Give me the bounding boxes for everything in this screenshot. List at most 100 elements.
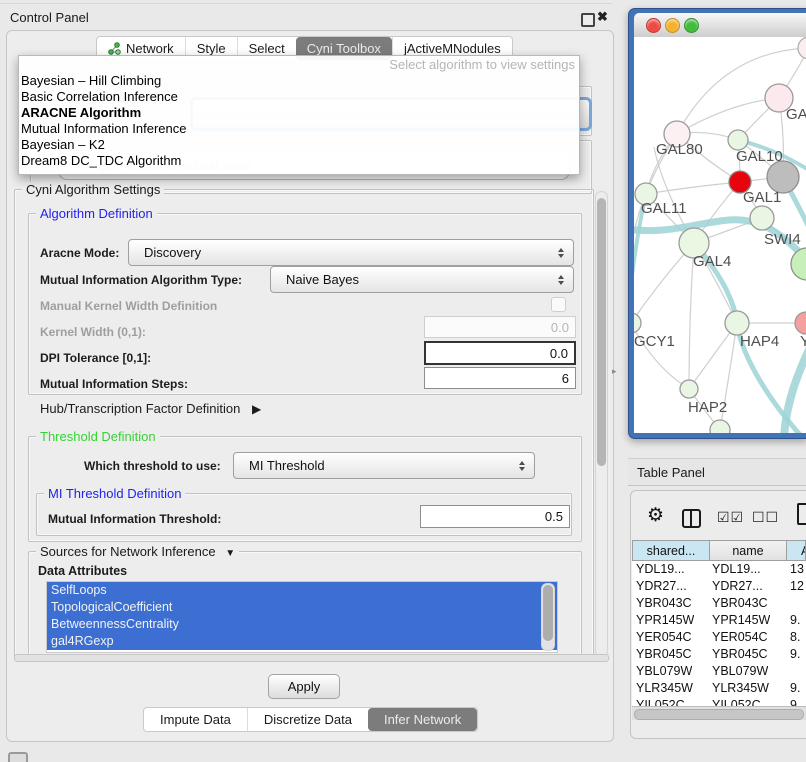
settings-scrollbar-thumb[interactable] xyxy=(597,198,606,466)
minimized-panel-icon[interactable] xyxy=(8,752,28,762)
network-window-titlebar[interactable] xyxy=(634,13,806,38)
attribute-item[interactable]: TopologicalCoefficient xyxy=(47,599,557,616)
attributes-scrollbar[interactable] xyxy=(541,583,555,651)
cell[interactable]: YPR145W xyxy=(636,612,694,629)
apply-button[interactable]: Apply xyxy=(268,674,340,699)
cell[interactable]: YDR27... xyxy=(712,578,763,595)
node-hap2[interactable] xyxy=(680,380,698,398)
threshold-definition-title: Threshold Definition xyxy=(36,429,160,444)
top-divider xyxy=(0,3,612,4)
table-scrollbar-thumb[interactable] xyxy=(634,709,804,720)
zoom-window-icon[interactable] xyxy=(684,18,699,33)
dpi-tolerance-field[interactable]: 0.0 xyxy=(424,341,576,365)
table-body: YDL19... YDL19... 13 YDR27... YDR27... 1… xyxy=(632,561,806,706)
close-window-icon[interactable] xyxy=(646,18,661,33)
select-all-checks-icon[interactable]: ☑☑ xyxy=(717,509,744,526)
table-panel-titlebar: Table Panel xyxy=(628,458,806,486)
cell[interactable]: 9. xyxy=(790,680,800,697)
cell[interactable]: YBR043C xyxy=(636,595,692,612)
node-label: SWI4 xyxy=(764,231,801,248)
settings-vertical-scrollbar[interactable] xyxy=(595,191,608,657)
column-header-name[interactable]: name xyxy=(709,540,787,561)
node-swi4[interactable] xyxy=(750,206,774,230)
aracne-mode-combobox[interactable]: Discovery xyxy=(128,239,574,266)
minimize-window-icon[interactable] xyxy=(665,18,680,33)
attributes-scrollbar-thumb[interactable] xyxy=(543,585,553,641)
mi-type-value: Naive Bayes xyxy=(271,272,359,287)
network-canvas[interactable]: GAL7 GAL80 GAL10 GAL1 GAL11 SWI4 GAL4 GC… xyxy=(634,37,806,433)
node-label: Y xyxy=(800,333,806,350)
popup-item[interactable]: Mutual Information Inference xyxy=(19,121,579,137)
network-tab-icon xyxy=(108,42,121,55)
cell[interactable]: YIL052C xyxy=(712,697,761,706)
float-panel-icon[interactable] xyxy=(581,13,595,27)
cell[interactable]: YPR145W xyxy=(712,612,770,629)
mi-steps-label: Mutual Information Steps: xyxy=(40,377,188,391)
node-label: GAL80 xyxy=(656,141,703,158)
which-threshold-combobox[interactable]: MI Threshold xyxy=(233,452,535,479)
table-horizontal-scrollbar[interactable] xyxy=(632,706,806,720)
cell[interactable]: 12 xyxy=(790,578,804,595)
aracne-mode-value: Discovery xyxy=(129,245,201,260)
network-window[interactable]: GAL7 GAL80 GAL10 GAL1 GAL11 SWI4 GAL4 GC… xyxy=(628,8,806,439)
cell[interactable]: YDL19... xyxy=(712,561,761,578)
algorithm-select-placeholder: Select algorithm to view settings xyxy=(19,56,579,73)
popup-item[interactable]: Bayesian – K2 xyxy=(19,137,579,153)
node-salmon[interactable] xyxy=(795,312,806,334)
cell[interactable]: YER054C xyxy=(636,629,692,646)
node-hap4[interactable] xyxy=(725,311,749,335)
splitter-arrow-icon[interactable]: ▸ xyxy=(612,366,617,377)
cell[interactable]: YBR045C xyxy=(636,646,692,663)
tab-infer-network[interactable]: Infer Network xyxy=(368,708,477,731)
close-panel-icon[interactable]: ✖ xyxy=(597,9,608,25)
hub-definition-expander[interactable]: Hub/Transcription Factor Definition ▶ xyxy=(40,401,261,416)
sources-group-title[interactable]: Sources for Network Inference ▼ xyxy=(36,544,239,559)
attribute-item[interactable]: BetweennessCentrality xyxy=(47,616,557,633)
cell[interactable]: 13 xyxy=(790,561,804,578)
mi-steps-field[interactable]: 6 xyxy=(424,367,576,389)
split-columns-icon[interactable] xyxy=(682,509,701,528)
cell[interactable]: YBR045C xyxy=(712,646,768,663)
gear-icon[interactable]: ⚙ xyxy=(647,504,664,527)
node-green-right[interactable] xyxy=(791,248,806,280)
document-icon[interactable] xyxy=(797,503,806,525)
column-header-partial[interactable]: A xyxy=(786,540,806,561)
cell[interactable]: YER054C xyxy=(712,629,768,646)
attribute-item[interactable]: gal4RGexp xyxy=(47,633,557,650)
tab-impute-data[interactable]: Impute Data xyxy=(144,708,247,731)
cell[interactable]: 9. xyxy=(790,646,800,663)
mi-threshold-field[interactable]: 0.5 xyxy=(420,505,570,528)
cyni-settings-group-title: Cyni Algorithm Settings xyxy=(22,182,164,197)
popup-item[interactable]: Bayesian – Hill Climbing xyxy=(19,73,579,89)
popup-item[interactable]: Basic Correlation Inference xyxy=(19,89,579,105)
which-threshold-label: Which threshold to use: xyxy=(84,459,221,473)
mi-type-combobox[interactable]: Naive Bayes xyxy=(270,266,574,293)
cell[interactable]: YIL052C xyxy=(636,697,685,706)
cell[interactable]: YDR27... xyxy=(636,578,687,595)
node-gcy1[interactable] xyxy=(634,313,641,333)
cell[interactable]: YDL19... xyxy=(636,561,685,578)
attribute-item[interactable]: SelfLoops xyxy=(47,582,557,599)
expander-arrow-icon: ▶ xyxy=(252,402,261,416)
cell[interactable]: YBL079W xyxy=(712,663,768,680)
node-label: GCY1 xyxy=(634,333,675,350)
cell[interactable]: 9. xyxy=(790,612,800,629)
sources-title-text: Sources for Network Inference xyxy=(40,544,216,559)
cell[interactable]: 8. xyxy=(790,629,800,646)
node[interactable] xyxy=(798,37,806,59)
node-gal10[interactable] xyxy=(728,130,748,150)
tab-discretize-data[interactable]: Discretize Data xyxy=(247,708,368,731)
cell[interactable]: YBR043C xyxy=(712,595,768,612)
cell[interactable]: 9 xyxy=(790,697,797,706)
collapse-arrow-icon: ▼ xyxy=(225,548,235,559)
kernel-width-field[interactable]: 0.0 xyxy=(424,316,576,338)
cell[interactable]: YLR345W xyxy=(712,680,769,697)
node-label: HAP4 xyxy=(740,333,779,350)
manual-kernel-checkbox[interactable] xyxy=(551,297,566,312)
cell[interactable]: YLR345W xyxy=(636,680,693,697)
popup-item-selected[interactable]: ARACNE Algorithm xyxy=(19,105,579,121)
popup-item[interactable]: Dream8 DC_TDC Algorithm xyxy=(19,153,579,169)
clear-all-checks-icon[interactable]: ☐☐ xyxy=(752,509,779,526)
column-header-shared-name[interactable]: shared... xyxy=(632,540,710,561)
cell[interactable]: YBL079W xyxy=(636,663,692,680)
